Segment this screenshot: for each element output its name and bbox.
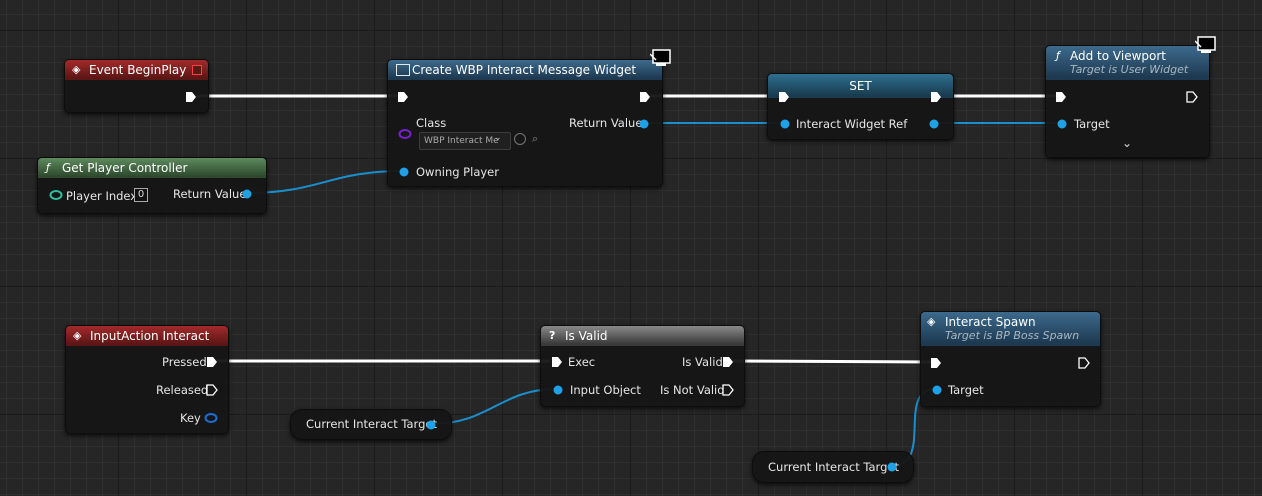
event-icon: ◈ — [73, 329, 82, 342]
object-out-pin[interactable] — [639, 119, 649, 129]
node-title: Get Player Controller — [62, 161, 188, 175]
node-header[interactable]: SET — [768, 74, 953, 98]
node-get-player-controller[interactable]: ƒ Get Player Controller Player Index 0 R… — [37, 157, 267, 214]
exec-out-pin[interactable] — [722, 384, 734, 396]
exec-wire[interactable] — [730, 359, 932, 364]
monitor-icon — [650, 49, 671, 66]
object-out-pin[interactable] — [929, 119, 939, 129]
object-in-pin[interactable] — [1057, 119, 1067, 129]
key-label: Key — [180, 411, 201, 425]
node-header[interactable]: ◈ InputAction Interact — [66, 326, 228, 346]
is-not-valid-label: Is Not Valid — [660, 383, 725, 397]
released-label: Released — [156, 383, 209, 397]
node-interact-spawn[interactable]: ◈ Interact Spawn Target is BP Boss Spawn… — [920, 311, 1101, 407]
object-out-pin[interactable] — [242, 189, 252, 199]
exec-in-pin[interactable] — [930, 357, 942, 369]
node-create-widget[interactable]: Create WBP Interact Message Widget Class… — [387, 59, 663, 187]
object-in-pin[interactable] — [932, 385, 942, 395]
monitor-icon — [1195, 36, 1216, 53]
event-icon: ◈ — [72, 63, 81, 76]
exec-out-pin[interactable] — [206, 384, 218, 396]
target-label: Target — [948, 383, 984, 397]
node-title: SET — [849, 79, 872, 93]
exec-in-pin[interactable] — [551, 356, 563, 368]
node-inputaction-interact[interactable]: ◈ InputAction Interact Pressed Released … — [65, 325, 229, 434]
node-title: Event BeginPlay — [89, 63, 187, 77]
variable-name: Current Interact Target — [768, 460, 899, 474]
struct-in-pin[interactable] — [49, 190, 63, 200]
delegate-pin-icon[interactable] — [192, 65, 202, 75]
object-out-pin[interactable] — [887, 462, 897, 472]
exec-out-pin[interactable] — [206, 356, 218, 368]
node-event-beginplay[interactable]: ◈ Event BeginPlay — [64, 59, 209, 113]
node-title: Create WBP Interact Message Widget — [412, 63, 637, 77]
exec-out-pin[interactable] — [639, 91, 651, 103]
object-wire[interactable] — [246, 170, 403, 194]
node-header[interactable]: Create WBP Interact Message Widget — [388, 60, 662, 80]
question-icon: ? — [549, 329, 556, 342]
event-icon: ◈ — [927, 315, 936, 328]
pressed-label: Pressed — [162, 355, 207, 369]
exec-in-pin[interactable] — [778, 91, 790, 103]
exec-out-pin[interactable] — [1078, 357, 1090, 369]
variable-getter-current-interact-target[interactable]: Current Interact Target — [752, 451, 914, 483]
return-value-label: Return Value — [173, 187, 247, 201]
input-object-label: Input Object — [570, 383, 641, 397]
object-out-pin[interactable] — [426, 420, 436, 430]
node-header[interactable]: ƒ Add to Viewport Target is User Widget — [1046, 46, 1209, 80]
variable-label: Interact Widget Ref — [796, 117, 908, 131]
node-header[interactable]: ƒ Get Player Controller — [38, 158, 266, 178]
browse-icon[interactable] — [514, 133, 526, 145]
function-icon: ƒ — [1056, 49, 1060, 62]
node-title: InputAction Interact — [90, 329, 210, 343]
node-is-valid[interactable]: ? Is Valid Exec Is Valid Input Object Is… — [540, 325, 745, 407]
class-label: Class — [416, 116, 447, 130]
exec-label: Exec — [568, 355, 596, 369]
owning-player-label: Owning Player — [416, 165, 499, 179]
node-header[interactable]: ◈ Interact Spawn Target is BP Boss Spawn — [921, 312, 1100, 346]
object-in-pin[interactable] — [399, 167, 409, 177]
node-subtitle: Target is BP Boss Spawn — [945, 329, 1080, 342]
exec-out-pin[interactable] — [930, 91, 942, 103]
widget-icon — [396, 64, 410, 76]
class-in-pin[interactable] — [398, 129, 412, 139]
exec-out-pin[interactable] — [185, 91, 197, 103]
exec-out-pin[interactable] — [722, 356, 734, 368]
player-index-input[interactable]: 0 — [134, 188, 148, 202]
is-valid-label: Is Valid — [682, 355, 723, 369]
object-in-pin[interactable] — [780, 119, 790, 129]
player-index-label: Player Index — [66, 189, 138, 203]
node-title: Is Valid — [565, 329, 608, 343]
chevron-down-icon[interactable]: ⌄ — [1122, 136, 1132, 150]
node-subtitle: Target is User Widget — [1070, 63, 1189, 76]
struct-out-pin[interactable] — [204, 413, 218, 423]
node-header[interactable]: ◈ Event BeginPlay — [65, 60, 208, 80]
variable-getter-current-interact-target[interactable]: Current Interact Target — [290, 409, 452, 440]
variable-name: Current Interact Target — [306, 417, 437, 431]
node-set[interactable]: SET Interact Widget Ref — [767, 73, 954, 140]
function-icon: ƒ — [46, 161, 50, 174]
exec-out-pin[interactable] — [1186, 91, 1198, 103]
search-icon[interactable]: ⌕ — [532, 132, 538, 146]
node-header[interactable]: ? Is Valid — [541, 326, 744, 346]
object-in-pin[interactable] — [553, 385, 563, 395]
node-add-to-viewport[interactable]: ƒ Add to Viewport Target is User Widget … — [1045, 45, 1210, 158]
return-value-label: Return Value — [569, 116, 643, 130]
target-label: Target — [1074, 117, 1110, 131]
exec-in-pin[interactable] — [397, 91, 409, 103]
exec-in-pin[interactable] — [1055, 91, 1067, 103]
chevron-down-icon[interactable]: ⌄ — [494, 133, 502, 143]
